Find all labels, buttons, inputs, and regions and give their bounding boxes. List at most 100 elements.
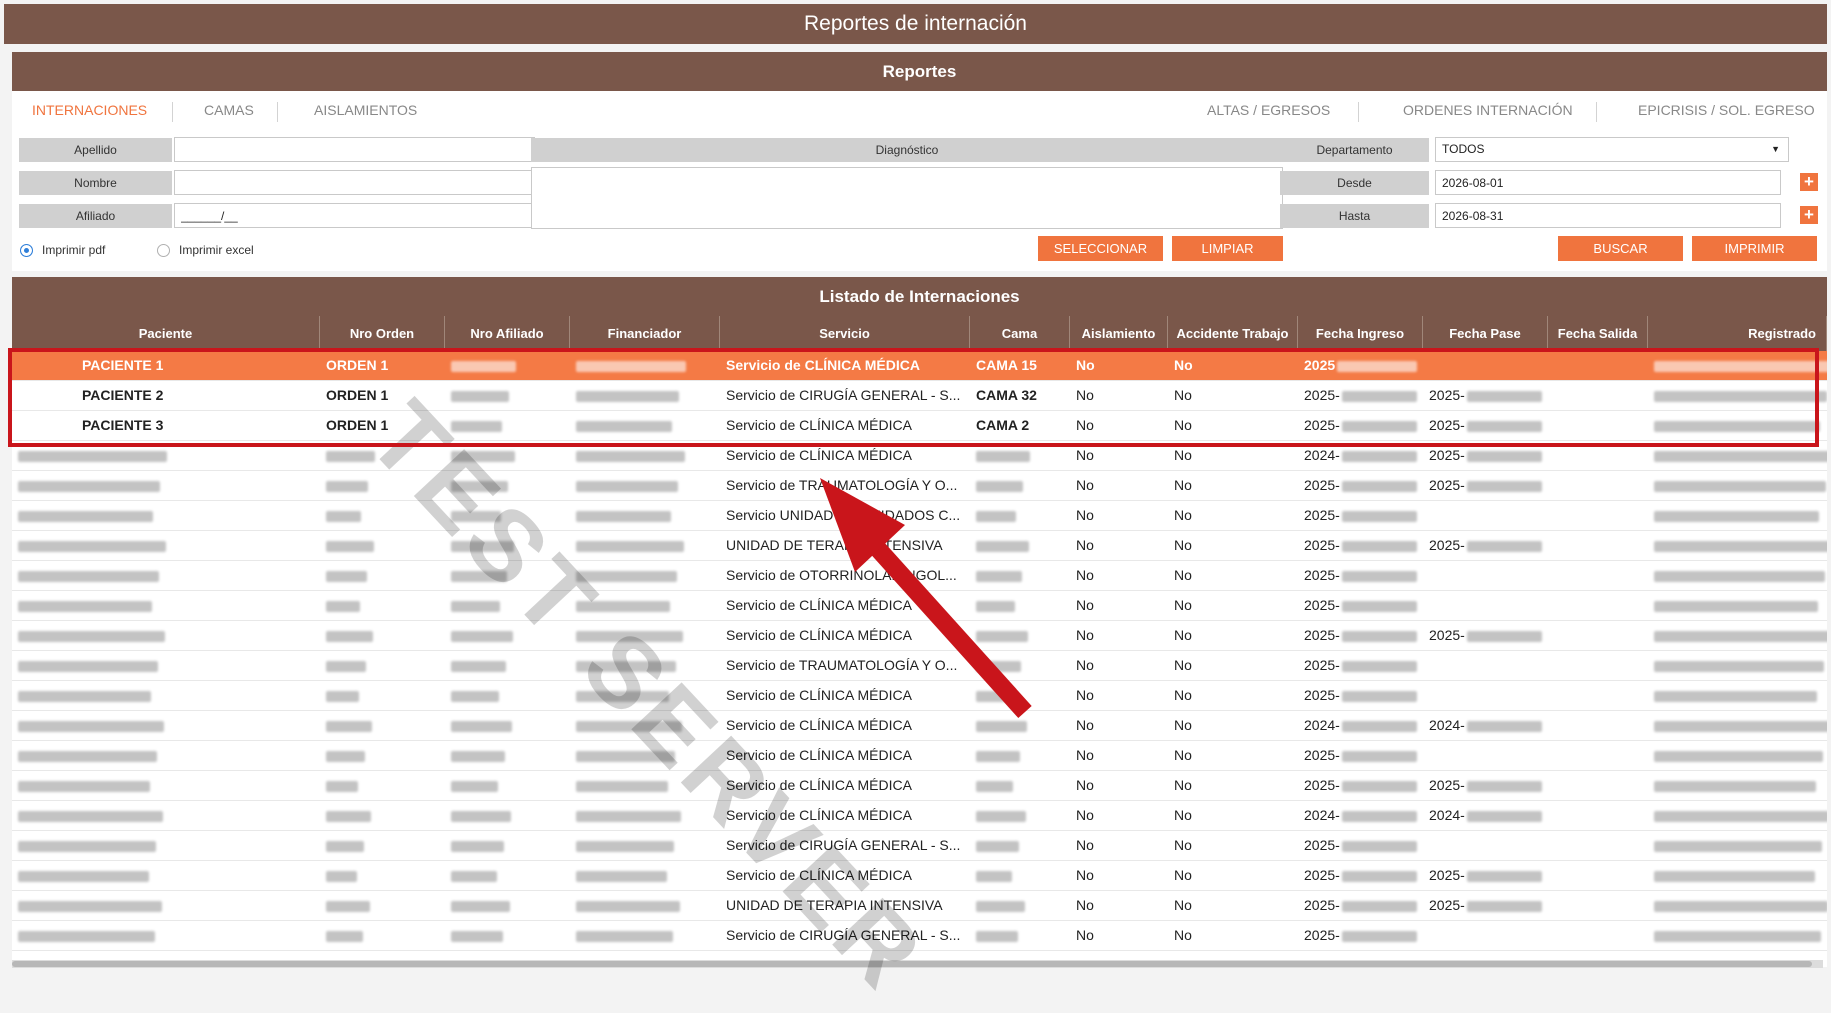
imprimir-button[interactable]: IMPRIMIR: [1692, 236, 1817, 261]
diagnostico-textarea[interactable]: [531, 167, 1283, 229]
radio-imprimir-excel[interactable]: Imprimir excel: [157, 241, 254, 259]
apellido-label: Apellido: [19, 138, 172, 162]
column-header-accidente[interactable]: Accidente Trabajo: [1168, 316, 1298, 351]
table-row[interactable]: Servicio de CLÍNICA MÉDICA No No 2024- 2024-: [12, 711, 1827, 741]
cell-paciente: [12, 801, 320, 830]
cell-paciente: [12, 861, 320, 890]
column-header-financiador[interactable]: Financiador: [570, 316, 720, 351]
redacted-value: [1341, 720, 1417, 732]
cell-aislamiento: No: [1070, 441, 1168, 470]
cell-text: Servicio de TRAUMATOLOGÍA Y O...: [726, 477, 958, 493]
seleccionar-button[interactable]: SELECCIONAR: [1038, 236, 1163, 261]
redacted-value: [576, 900, 680, 912]
redacted-value: [1341, 870, 1417, 882]
cell-text: 2025-: [1304, 927, 1340, 943]
cell-cama: [970, 801, 1070, 830]
cell-aislamiento: No: [1070, 381, 1168, 410]
table-row[interactable]: PACIENTE 1 ORDEN 1 Servicio de CLÍNICA MÉD…: [12, 351, 1827, 381]
cell-afiliado: [445, 591, 570, 620]
table-row[interactable]: Servicio de CLÍNICA MÉDICA No No 2025- 2025-: [12, 771, 1827, 801]
column-header-cama[interactable]: Cama: [970, 316, 1070, 351]
nombre-input[interactable]: [174, 170, 535, 195]
redacted-value: [1341, 810, 1417, 822]
column-header-registrado[interactable]: Registrado: [1648, 316, 1827, 351]
buscar-button[interactable]: BUSCAR: [1558, 236, 1683, 261]
desde-date-input[interactable]: [1435, 170, 1781, 195]
cell-text: 2025-: [1304, 387, 1340, 403]
table-row[interactable]: UNIDAD DE TERAPIA INTENSIVA No No 2025- 2025…: [12, 891, 1827, 921]
column-header-paciente[interactable]: Paciente: [12, 316, 320, 351]
tab-aislamientos[interactable]: AISLAMIENTOS: [310, 98, 421, 122]
table-row[interactable]: Servicio de CLÍNICA MÉDICA No No 2025-: [12, 741, 1827, 771]
table-row[interactable]: PACIENTE 3 ORDEN 1 Servicio de CLÍNICA MÉD…: [12, 411, 1827, 441]
column-header-orden[interactable]: Nro Orden: [320, 316, 445, 351]
table-row[interactable]: Servicio de CLÍNICA MÉDICA No No 2025- 2025-: [12, 621, 1827, 651]
table-row[interactable]: Servicio de TRAUMATOLOGÍA Y O... No No 2025…: [12, 471, 1827, 501]
horizontal-scrollbar[interactable]: [12, 960, 1823, 968]
table-row[interactable]: Servicio de CLÍNICA MÉDICA No No 2024- 2025-: [12, 441, 1827, 471]
table-row[interactable]: Servicio de OTORRINOLARINGOL... No No 2025-: [12, 561, 1827, 591]
tab-altas-egresos[interactable]: ALTAS / EGRESOS: [1203, 98, 1334, 122]
cell-text: Servicio de CIRUGÍA GENERAL - S...: [726, 927, 961, 943]
column-header-ingreso[interactable]: Fecha Ingreso: [1298, 316, 1423, 351]
cell-text: No: [1076, 807, 1094, 823]
table-row[interactable]: Servicio de CIRUGÍA GENERAL - S... No No 20…: [12, 921, 1827, 951]
table-row[interactable]: Servicio de CIRUGÍA GENERAL - S... No No 20…: [12, 831, 1827, 861]
tab-internaciones[interactable]: INTERNACIONES: [28, 98, 151, 122]
table-row[interactable]: Servicio de CLÍNICA MÉDICA No No 2025- 2025-: [12, 861, 1827, 891]
cell-aislamiento: No: [1070, 831, 1168, 860]
cell-cama: [970, 471, 1070, 500]
hasta-plus-icon[interactable]: +: [1800, 206, 1818, 224]
redacted-value: [1341, 420, 1417, 432]
tab-camas[interactable]: CAMAS: [200, 98, 258, 122]
afiliado-input[interactable]: [174, 203, 535, 228]
apellido-input[interactable]: [174, 137, 535, 162]
column-header-pase[interactable]: Fecha Pase: [1423, 316, 1548, 351]
cell-orden: [320, 891, 445, 920]
redacted-value: [1654, 420, 1820, 432]
tab-epicrisis[interactable]: EPICRISIS / SOL. EGRESO: [1634, 98, 1819, 122]
column-header-servicio[interactable]: Servicio: [720, 316, 970, 351]
cell-servicio: Servicio de CLÍNICA MÉDICA: [720, 621, 970, 650]
table-row[interactable]: UNIDAD DE TERAPIA INTENSIVA No No 2025- 2025…: [12, 531, 1827, 561]
radio-excel-indicator[interactable]: [157, 244, 170, 257]
redacted-value: [18, 660, 158, 672]
cell-salida: [1548, 741, 1648, 770]
cell-servicio: Servicio de CLÍNICA MÉDICA: [720, 801, 970, 830]
table-row[interactable]: Servicio UNIDAD DE CUIDADOS C... No No 2025…: [12, 501, 1827, 531]
scrollbar-thumb[interactable]: [12, 961, 1812, 967]
table-row[interactable]: Servicio de CLÍNICA MÉDICA No No 2025-: [12, 681, 1827, 711]
table-row[interactable]: Servicio de CLÍNICA MÉDICA No No 2024- 2024-: [12, 801, 1827, 831]
cell-financiador: [570, 471, 720, 500]
cell-paciente: [12, 591, 320, 620]
redacted-value: [1466, 780, 1542, 792]
table-row[interactable]: Servicio de TRAUMATOLOGÍA Y O... No No 2025…: [12, 651, 1827, 681]
radio-pdf-indicator[interactable]: [20, 244, 33, 257]
hasta-date-input[interactable]: [1435, 203, 1781, 228]
cell-accidente: No: [1168, 741, 1298, 770]
cell-text: Servicio de CLÍNICA MÉDICA: [726, 807, 912, 823]
redacted-value: [1654, 360, 1827, 372]
column-header-aislamiento[interactable]: Aislamiento: [1070, 316, 1168, 351]
redacted-value: [451, 870, 497, 882]
cell-accidente: No: [1168, 771, 1298, 800]
cell-cama: [970, 561, 1070, 590]
tab-ordenes-internacion[interactable]: ORDENES INTERNACIÓN: [1399, 98, 1577, 122]
redacted-value: [451, 480, 508, 492]
limpiar-button[interactable]: LIMPIAR: [1172, 236, 1283, 261]
desde-plus-icon[interactable]: +: [1800, 173, 1818, 191]
column-header-afiliado[interactable]: Nro Afiliado: [445, 316, 570, 351]
table-row[interactable]: PACIENTE 2 ORDEN 1 Servicio de CIRUGÍA GEN…: [12, 381, 1827, 411]
table-row[interactable]: Servicio de CLÍNICA MÉDICA No No 2025-: [12, 591, 1827, 621]
cell-text: No: [1076, 357, 1095, 373]
cell-text: No: [1076, 387, 1094, 403]
redacted-value: [1466, 420, 1542, 432]
afiliado-label: Afiliado: [19, 204, 172, 228]
departamento-select[interactable]: TODOS ▼: [1435, 137, 1789, 162]
cell-pase: 2025-: [1423, 861, 1548, 890]
redacted-value: [976, 930, 1018, 942]
radio-imprimir-pdf[interactable]: Imprimir pdf: [20, 241, 105, 259]
redacted-value: [1654, 930, 1821, 942]
cell-financiador: [570, 711, 720, 740]
column-header-salida[interactable]: Fecha Salida: [1548, 316, 1648, 351]
